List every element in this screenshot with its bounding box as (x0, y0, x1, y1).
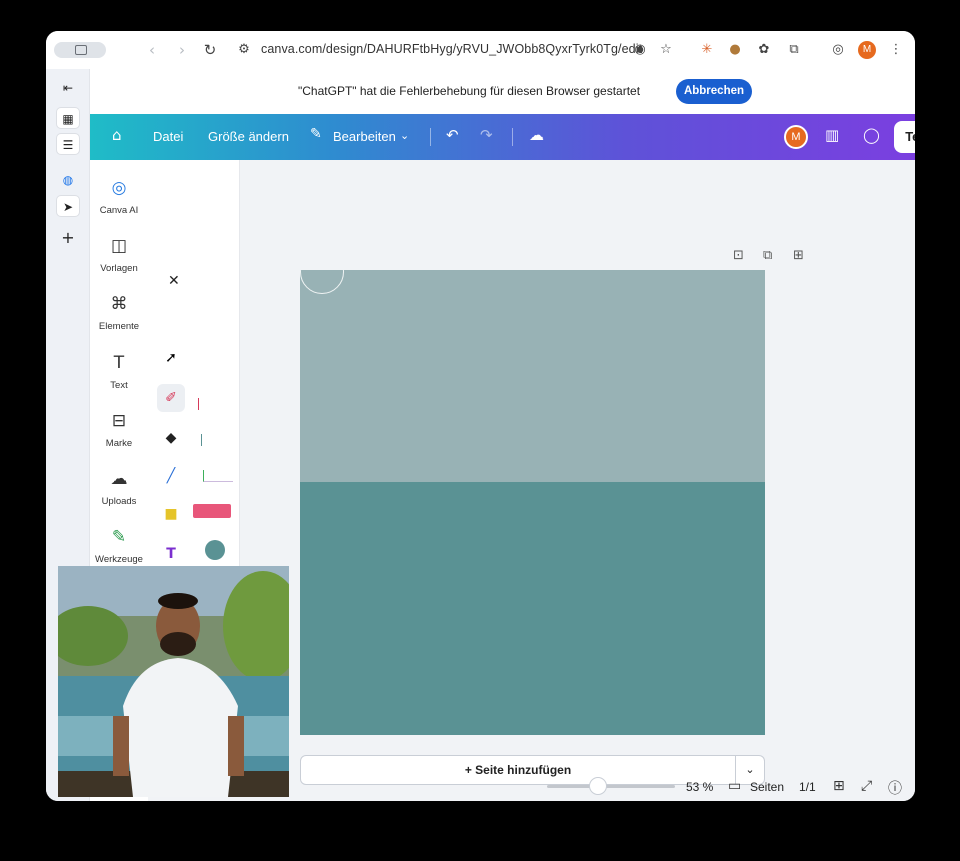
search-tabs-icon[interactable]: ☰ (56, 133, 80, 155)
site-settings-icon[interactable]: ⚙ (234, 40, 254, 60)
browser-window: ‹ › ↻ ⚙ canva.com/design/DAHURFtbHyg/yRV… (46, 31, 915, 801)
page-top-band (300, 270, 765, 482)
menu-kebab-icon[interactable]: ⋮ (886, 40, 906, 60)
extensions-puzzle-icon[interactable]: ⧉ (784, 40, 804, 60)
pages-label[interactable]: Seiten (750, 780, 784, 794)
webcam-photo (58, 566, 289, 797)
file-menu[interactable]: Datei (153, 129, 183, 144)
resize-menu[interactable]: Größe ändern (208, 129, 289, 144)
profile-avatar[interactable]: M (858, 41, 876, 59)
redo-icon[interactable]: ↷ (480, 126, 493, 144)
sidebar-item-label: Vorlagen (100, 263, 138, 274)
zoom-level[interactable]: 53 % (686, 780, 713, 794)
bookmark-star-icon[interactable]: ☆ (656, 40, 676, 60)
add-icon[interactable]: + (56, 227, 80, 249)
extension-claude-icon[interactable]: ✳ (697, 40, 717, 60)
tools-icon: ✎ (111, 527, 127, 547)
sidebar-item-label: Marke (105, 438, 133, 449)
tab-icon (75, 45, 87, 55)
marker-preview (201, 434, 241, 446)
zoom-slider[interactable] (547, 785, 675, 788)
sidebar-item-label: Uploads (101, 496, 137, 507)
debug-notification-bar: "ChatGPT" hat die Fehlerbehebung für die… (90, 69, 915, 114)
help-icon[interactable]: ⓘ (888, 778, 902, 798)
text-icon: T (113, 353, 125, 373)
highlighter-preview (203, 470, 233, 482)
lock-icon[interactable]: ⊡ (733, 248, 744, 263)
grid-view-icon[interactable]: ⊞ (833, 778, 845, 794)
qr-icon[interactable]: ▦ (56, 107, 80, 129)
browser-toolbar: ‹ › ↻ ⚙ canva.com/design/DAHURFtbHyg/yRV… (46, 31, 915, 69)
sidebar-item-label: Canva AI (99, 205, 139, 216)
close-icon[interactable]: ✕ (168, 273, 180, 289)
forward-icon[interactable]: › (172, 40, 192, 60)
cursor-icon[interactable]: ➤ (56, 195, 80, 217)
line-tool-icon[interactable]: ╱ (157, 462, 185, 490)
address-bar[interactable]: canva.com/design/DAHURFtbHyg/yRVU_JWObb8… (261, 42, 642, 56)
share-button[interactable]: Teilen (894, 121, 915, 153)
home-icon[interactable]: ⌂ (112, 126, 122, 144)
draw-tools-panel: ✕ ➚ ✐ ◆ ╱ ■ T ∫ (148, 160, 240, 620)
extension-cookie-icon[interactable]: ● (725, 40, 745, 60)
extension-openai-icon[interactable]: ✿ (754, 40, 774, 60)
chevron-down-icon[interactable]: ⌄ (400, 129, 409, 142)
edit-menu[interactable]: Bearbeiten (333, 129, 396, 144)
canva-ai-icon: ◎ (111, 178, 127, 198)
sidebar-item-label: Text (110, 380, 128, 391)
comment-icon[interactable]: ◯ (863, 126, 880, 144)
pages-icon[interactable]: ▭ (728, 778, 741, 794)
cloud-saved-icon[interactable]: ☁ (529, 126, 544, 144)
divider (512, 128, 513, 146)
pen-preview (198, 398, 238, 410)
uploads-icon: ☁ (110, 469, 128, 489)
reload-icon[interactable]: ↻ (200, 40, 220, 60)
extension-e-icon[interactable]: ◍ (56, 169, 80, 191)
sidebar-item-label: Elemente (98, 321, 140, 332)
sidebar-item-label: Werkzeuge (95, 554, 143, 565)
editor-header: ⌂ Datei Größe ändern ✎ Bearbeiten ⌄ ↶ ↷ … (90, 114, 915, 160)
collapse-panel-icon[interactable]: ⇤ (56, 77, 80, 99)
divider (430, 128, 431, 146)
templates-icon: ◫ (110, 236, 128, 256)
text-tool-icon[interactable]: T (157, 540, 185, 568)
undo-icon[interactable]: ↶ (446, 126, 459, 144)
sidebar-item-templates[interactable]: ◫ Vorlagen (90, 235, 148, 274)
eraser-tool[interactable] (193, 504, 231, 518)
back-icon[interactable]: ‹ (142, 40, 162, 60)
brand-icon: ⊟ (111, 411, 127, 431)
sidebar-item-uploads[interactable]: ☁ Uploads (90, 468, 148, 507)
shapes-icon[interactable]: ◆ (157, 424, 185, 452)
page-count: 1/1 (799, 780, 816, 794)
collaborator-avatar[interactable]: M (784, 125, 808, 149)
color-swatch[interactable] (205, 540, 225, 560)
sticky-note-icon[interactable]: ■ (157, 500, 185, 528)
design-page[interactable] (300, 270, 765, 735)
tab-overview-button[interactable] (54, 42, 106, 58)
add-page-icon[interactable]: ⊞ (793, 248, 804, 263)
sidebar-item-elements[interactable]: ⌘ Elemente (90, 293, 148, 332)
elements-icon: ⌘ (110, 294, 128, 314)
performance-icon[interactable]: ◎ (828, 40, 848, 60)
insights-icon[interactable]: ▥ (825, 126, 839, 144)
sidebar-item-canva-ai[interactable]: ◎ Canva AI (90, 177, 148, 216)
webcam-overlay (58, 566, 289, 797)
duplicate-page-icon[interactable]: ⧉ (763, 248, 772, 263)
lens-icon[interactable]: ◉ (630, 40, 650, 60)
pencil-icon: ✎ (310, 126, 322, 142)
sidebar-item-brand[interactable]: ⊟ Marke (90, 410, 148, 449)
pen-tool-icon[interactable]: ✐ (157, 384, 185, 412)
cancel-button[interactable]: Abbrechen (676, 79, 752, 104)
sidebar-item-tools[interactable]: ✎ Werkzeuge (90, 526, 148, 565)
fullscreen-icon[interactable]: ⤢ (861, 778, 872, 794)
rotate-handle (300, 270, 344, 294)
sidebar-item-text[interactable]: T Text (90, 352, 148, 391)
zoom-slider-thumb[interactable] (589, 777, 608, 795)
select-arrow-icon[interactable]: ➚ (157, 344, 185, 372)
notification-text: "ChatGPT" hat die Fehlerbehebung für die… (298, 84, 641, 98)
